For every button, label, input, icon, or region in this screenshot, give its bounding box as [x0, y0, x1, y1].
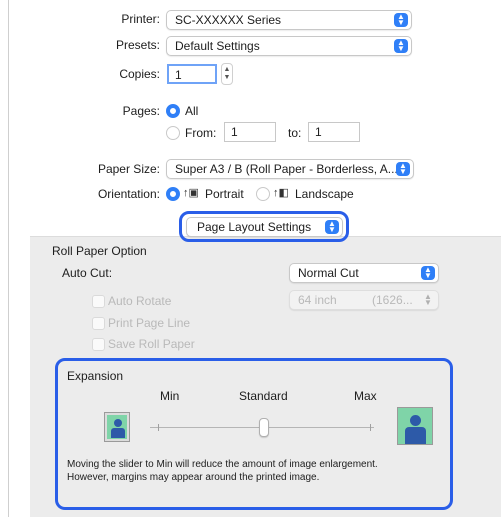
presets-popup[interactable]: Default Settings ▲ ▼ — [166, 36, 412, 56]
portrait-label: Portrait — [205, 187, 244, 201]
expansion-min-label: Min — [160, 389, 180, 403]
copies-field[interactable]: 1 — [167, 64, 217, 84]
printer-label: Printer: — [121, 12, 160, 26]
landscape-label: Landscape — [295, 187, 354, 201]
expansion-slider-thumb[interactable] — [259, 418, 269, 437]
auto-cut-label: Auto Cut: — [62, 266, 113, 280]
expansion-title: Expansion — [67, 369, 124, 383]
save-roll-paper-label: Save Roll Paper — [108, 337, 195, 351]
roll-paper-title: Roll Paper Option — [52, 244, 147, 258]
paper-size-value: Super A3 / B (Roll Paper - Borderless, A… — [175, 162, 398, 176]
slider-tick-min — [158, 424, 159, 431]
printer-value: SC-XXXXXX Series — [175, 13, 282, 27]
chevron-updown-icon: ▲ ▼ — [394, 13, 408, 27]
page-layout-popup[interactable]: Page Layout Settings ▲ ▼ — [186, 217, 343, 237]
pages-all-label: All — [185, 104, 199, 118]
page-layout-value: Page Layout Settings — [197, 220, 312, 234]
landscape-icon: ↑◧ — [273, 187, 289, 199]
presets-label: Presets: — [115, 38, 160, 52]
length-secondary: (1626... — [372, 293, 413, 307]
expansion-standard-label: Standard — [239, 389, 288, 403]
save-roll-paper-checkbox[interactable] — [92, 338, 105, 351]
auto-rotate-label: Auto Rotate — [108, 294, 172, 308]
length-value: 64 inch — [298, 293, 337, 307]
landscape-radio[interactable] — [256, 187, 270, 201]
length-popup[interactable]: 64 inch (1626... ▲ ▼ — [289, 290, 439, 310]
copies-label: Copies: — [119, 67, 160, 81]
auto-cut-popup[interactable]: Normal Cut ▲ ▼ — [289, 263, 439, 283]
min-preview-image — [104, 412, 130, 442]
copies-stepper[interactable]: ▲ ▼ — [221, 63, 233, 85]
orientation-label: Orientation: — [97, 187, 160, 201]
chevron-updown-icon: ▲ ▼ — [396, 162, 410, 176]
printer-popup[interactable]: SC-XXXXXX Series ▲ ▼ — [166, 10, 412, 30]
auto-cut-value: Normal Cut — [298, 266, 359, 280]
chevron-updown-icon: ▲ ▼ — [325, 220, 339, 234]
pages-from-field[interactable]: 1 — [224, 122, 276, 142]
pages-all-radio[interactable] — [166, 104, 180, 118]
window-left-edge — [8, 0, 9, 517]
expansion-description-line2: However, margins may appear around the p… — [67, 472, 320, 483]
chevron-updown-icon: ▲ ▼ — [394, 39, 408, 53]
paper-size-popup[interactable]: Super A3 / B (Roll Paper - Borderless, A… — [166, 159, 414, 179]
slider-tick-max — [370, 424, 371, 431]
portrait-radio[interactable] — [166, 187, 180, 201]
portrait-icon: ↑▣ — [183, 187, 199, 199]
paper-size-label: Paper Size: — [97, 162, 160, 176]
print-page-line-label: Print Page Line — [108, 316, 191, 330]
pages-from-radio[interactable] — [166, 126, 180, 140]
pages-label: Pages: — [122, 104, 160, 118]
pages-from-label: From: — [185, 126, 217, 140]
auto-rotate-checkbox[interactable] — [92, 295, 105, 308]
pages-to-field[interactable]: 1 — [308, 122, 360, 142]
chevron-updown-icon: ▲ ▼ — [424, 292, 432, 307]
expansion-description-line1: Moving the slider to Min will reduce the… — [67, 459, 378, 470]
print-page-line-checkbox[interactable] — [92, 317, 105, 330]
max-preview-image — [397, 407, 433, 445]
presets-value: Default Settings — [175, 39, 260, 53]
expansion-max-label: Max — [354, 389, 377, 403]
chevron-updown-icon: ▲ ▼ — [421, 266, 435, 280]
pages-to-label: to: — [288, 126, 302, 140]
